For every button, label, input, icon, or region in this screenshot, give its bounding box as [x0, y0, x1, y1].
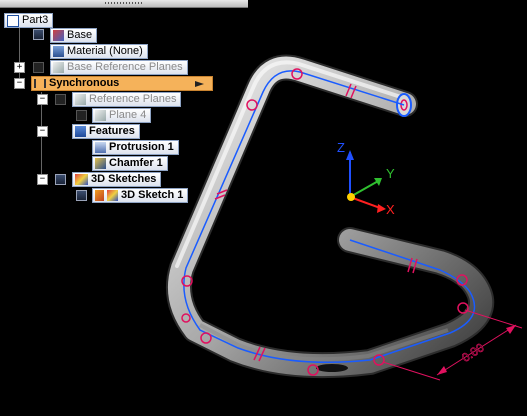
collapse-synchronous[interactable]: −: [14, 78, 25, 89]
checkbox-reference-planes[interactable]: [55, 94, 66, 105]
plane-icon: [95, 110, 106, 121]
tree-node-part[interactable]: Part3: [4, 13, 54, 28]
checkbox-3d-sketches[interactable]: [55, 174, 66, 185]
tree-node-reference-planes[interactable]: Reference Planes: [72, 92, 182, 107]
triad-y-label: Y: [386, 166, 395, 181]
sketch-3d-icon: [75, 174, 88, 185]
constraint-markers[interactable]: [181, 68, 469, 376]
plane-icon: [75, 94, 86, 105]
coordinate-triad[interactable]: Z Y X: [337, 140, 395, 217]
tree-node-3d-sketches[interactable]: 3D Sketches: [72, 172, 162, 187]
checkbox-plane-4[interactable]: [76, 110, 87, 121]
tree-node-synchronous[interactable]: Synchronous: [31, 76, 213, 91]
sketch-3d-icon: [107, 190, 118, 201]
base-icon: [53, 30, 64, 41]
tree-line: [19, 26, 20, 83]
tree-node-base[interactable]: Base: [50, 28, 98, 43]
plane-icon: [53, 62, 64, 73]
collapse-features[interactable]: −: [37, 126, 48, 137]
collapse-3d-sketches[interactable]: −: [37, 174, 48, 185]
checkbox-3d-sketch-1[interactable]: [76, 190, 87, 201]
checkbox-base-ref-planes[interactable]: [33, 62, 44, 73]
tree-node-3d-sketch-1[interactable]: 3D Sketch 1: [92, 188, 189, 203]
synchronous-icon: [34, 79, 46, 88]
collapse-reference-planes[interactable]: −: [37, 94, 48, 105]
material-icon: [53, 46, 64, 57]
pathfinder-grip[interactable]: [0, 0, 248, 8]
chamfer-icon: [95, 158, 106, 169]
grip-handle[interactable]: [105, 2, 143, 4]
tree-node-features[interactable]: Features: [72, 124, 140, 139]
expand-base-ref-planes[interactable]: +: [14, 62, 25, 73]
triad-z-label: Z: [337, 140, 345, 155]
sketch-path-line[interactable]: [183, 70, 476, 363]
protrusion-icon: [95, 142, 106, 153]
checkbox-base[interactable]: [33, 29, 44, 40]
edit-pencil-icon: [95, 190, 104, 201]
tree-node-plane-4[interactable]: Plane 4: [92, 108, 152, 123]
tree-node-protrusion[interactable]: Protrusion 1: [92, 140, 179, 155]
triad-x-label: X: [386, 202, 395, 217]
tube-body[interactable]: [166, 54, 495, 379]
part-icon: [7, 14, 19, 27]
dimension-value: 0.00: [459, 340, 486, 365]
tree-node-chamfer[interactable]: Chamfer 1: [92, 156, 168, 171]
tree-node-base-ref-planes[interactable]: Base Reference Planes: [50, 60, 188, 75]
features-icon: [75, 126, 86, 137]
mouse-cursor-icon: [195, 80, 204, 87]
tree-node-material[interactable]: Material (None): [50, 44, 148, 59]
